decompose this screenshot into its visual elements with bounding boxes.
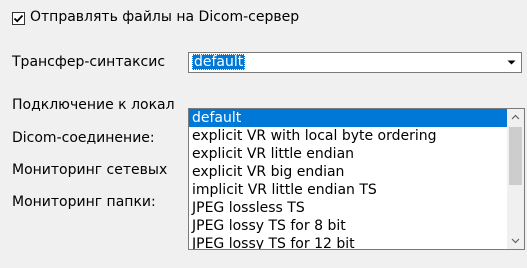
combobox-dropdown-button[interactable] bbox=[502, 54, 520, 71]
option-jpeg-lossless[interactable]: JPEG lossless TS bbox=[189, 199, 507, 217]
transfer-syntax-label: Трансфер-синтаксис bbox=[12, 54, 166, 70]
option-explicit-vr-local[interactable]: explicit VR with local byte ordering bbox=[189, 127, 507, 145]
option-implicit-vr-little-endian[interactable]: implicit VR little endian TS bbox=[189, 181, 507, 199]
option-jpeg-lossy-8bit[interactable]: JPEG lossy TS for 8 bit bbox=[189, 217, 507, 235]
send-to-dicom-label[interactable]: Отправлять файлы на Dicom-сервер bbox=[30, 9, 299, 25]
local-connection-label: Подключение к локал bbox=[12, 97, 175, 113]
folder-monitoring-label: Мониторинг папки: bbox=[12, 194, 156, 210]
dropdown-scrollbar[interactable] bbox=[507, 109, 524, 249]
option-jpeg-lossy-12bit[interactable]: JPEG lossy TS for 12 bit bbox=[189, 235, 507, 249]
scrollbar-thumb[interactable] bbox=[509, 127, 522, 185]
option-default[interactable]: default bbox=[189, 109, 507, 127]
chevron-down-icon bbox=[507, 60, 516, 65]
option-explicit-vr-big-endian[interactable]: explicit VR big endian bbox=[189, 163, 507, 181]
dicom-connection-label: Dicom-соединение: bbox=[12, 130, 155, 146]
network-monitoring-label: Мониторинг сетевых bbox=[12, 162, 168, 178]
transfer-syntax-dropdown-list[interactable]: default explicit VR with local byte orde… bbox=[188, 108, 525, 250]
scroll-up-arrow-icon[interactable] bbox=[507, 109, 524, 126]
option-explicit-vr-little-endian[interactable]: explicit VR little endian bbox=[189, 145, 507, 163]
check-icon bbox=[13, 14, 24, 23]
transfer-syntax-value: default bbox=[192, 54, 246, 70]
scroll-down-arrow-icon[interactable] bbox=[507, 232, 524, 249]
send-to-dicom-checkbox[interactable] bbox=[12, 12, 25, 25]
transfer-syntax-combobox[interactable]: default bbox=[188, 52, 522, 73]
dropdown-options: default explicit VR with local byte orde… bbox=[189, 109, 507, 249]
